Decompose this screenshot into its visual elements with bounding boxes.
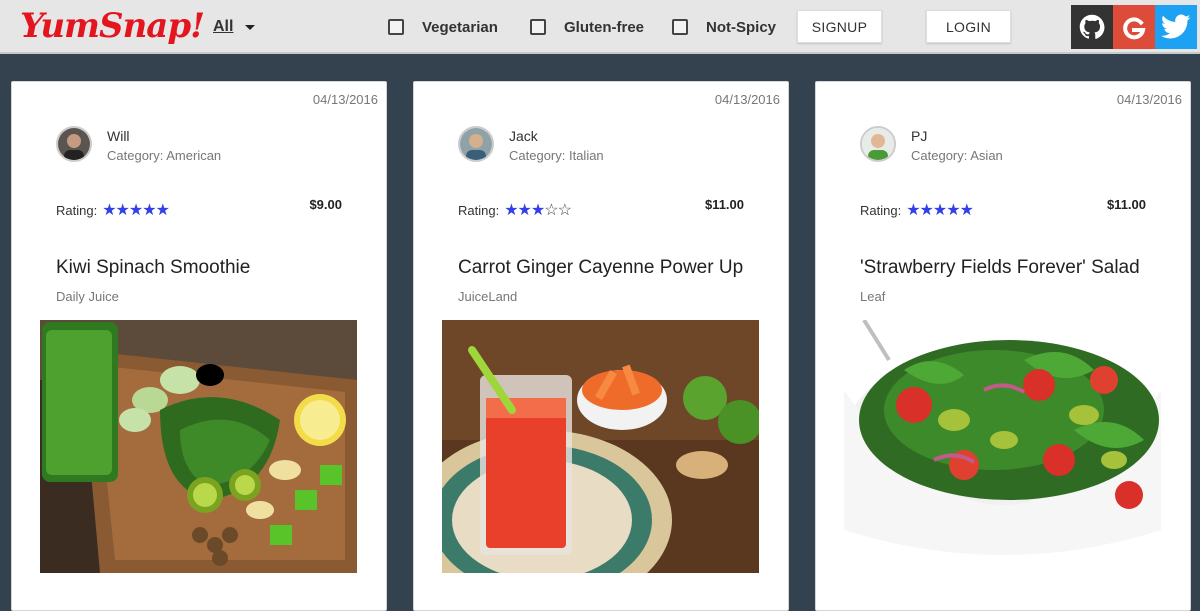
twitter-login-button[interactable] [1155, 5, 1197, 49]
vendor-name[interactable]: JuiceLand [458, 289, 517, 304]
star-rating: ★★★★★ [906, 202, 974, 219]
checkbox-box[interactable] [672, 19, 688, 35]
price: $11.00 [1106, 197, 1146, 212]
user-name[interactable]: Jack [509, 128, 538, 144]
logo[interactable]: YumSnap! [20, 0, 205, 54]
chevron-down-icon [245, 24, 256, 30]
user-name[interactable]: PJ [911, 128, 927, 144]
user-category: Category: Asian [911, 148, 1003, 163]
google-icon [1123, 17, 1146, 40]
avatar[interactable] [56, 126, 92, 162]
recipe-photo[interactable] [40, 320, 357, 573]
checkbox-label: Vegetarian [422, 18, 498, 36]
category-filter-value: All [213, 18, 234, 35]
recipe-title[interactable]: Carrot Ginger Cayenne Power Up [458, 257, 743, 279]
recipe-photo[interactable] [844, 320, 1161, 573]
vendor-name[interactable]: Leaf [860, 289, 885, 304]
star-rating: ★★★☆☆ [504, 202, 572, 219]
category-filter-select[interactable]: All [213, 16, 256, 38]
post-date: 04/13/2016 [714, 92, 780, 107]
price: $11.00 [704, 197, 744, 212]
vendor-name[interactable]: Daily Juice [56, 289, 119, 304]
user-category: Category: Italian [509, 148, 604, 163]
avatar[interactable] [860, 126, 896, 162]
github-login-button[interactable] [1071, 5, 1113, 49]
checkbox-label: Gluten-free [564, 18, 645, 36]
signup-button[interactable]: SIGNUP [797, 10, 882, 43]
twitter-icon [1161, 14, 1191, 39]
rating-label: Rating: [860, 202, 902, 218]
not-spicy-checkbox[interactable]: Not-Spicy [672, 17, 776, 37]
avatar[interactable] [458, 126, 494, 162]
gluten-free-checkbox[interactable]: Gluten-free [530, 17, 644, 37]
post-date: 04/13/2016 [312, 92, 378, 107]
recipe-title[interactable]: 'Strawberry Fields Forever' Salad [860, 257, 1140, 279]
rating-label: Rating: [56, 202, 98, 218]
recipe-card[interactable]: 04/13/2016 Jack Category: Italian Rating… [413, 81, 789, 611]
rating: Rating: ★★★★★ [56, 200, 170, 220]
user-category: Category: American [107, 148, 222, 163]
vegetarian-checkbox[interactable]: Vegetarian [388, 17, 498, 37]
rating-label: Rating: [458, 202, 500, 218]
navbar: YumSnap! All Vegetarian Gluten-free Not-… [0, 0, 1200, 54]
recipe-card[interactable]: 04/13/2016 Will Category: American Ratin… [11, 81, 387, 611]
rating: Rating: ★★★★★ [860, 200, 974, 220]
recipe-photo[interactable] [442, 320, 759, 573]
price: $9.00 [309, 197, 342, 212]
recipe-card[interactable]: 04/13/2016 PJ Category: Asian Rating: ★★… [815, 81, 1191, 611]
star-rating: ★★★★★ [102, 202, 170, 219]
rating: Rating: ★★★☆☆ [458, 200, 572, 220]
github-icon [1079, 14, 1105, 39]
post-date: 04/13/2016 [1116, 92, 1182, 107]
checkbox-box[interactable] [530, 19, 546, 35]
checkbox-label: Not-Spicy [706, 18, 777, 36]
checkbox-box[interactable] [388, 19, 404, 35]
login-button[interactable]: LOGIN [926, 10, 1011, 43]
user-name[interactable]: Will [107, 128, 130, 144]
recipe-title[interactable]: Kiwi Spinach Smoothie [56, 257, 250, 279]
google-login-button[interactable] [1113, 5, 1155, 49]
